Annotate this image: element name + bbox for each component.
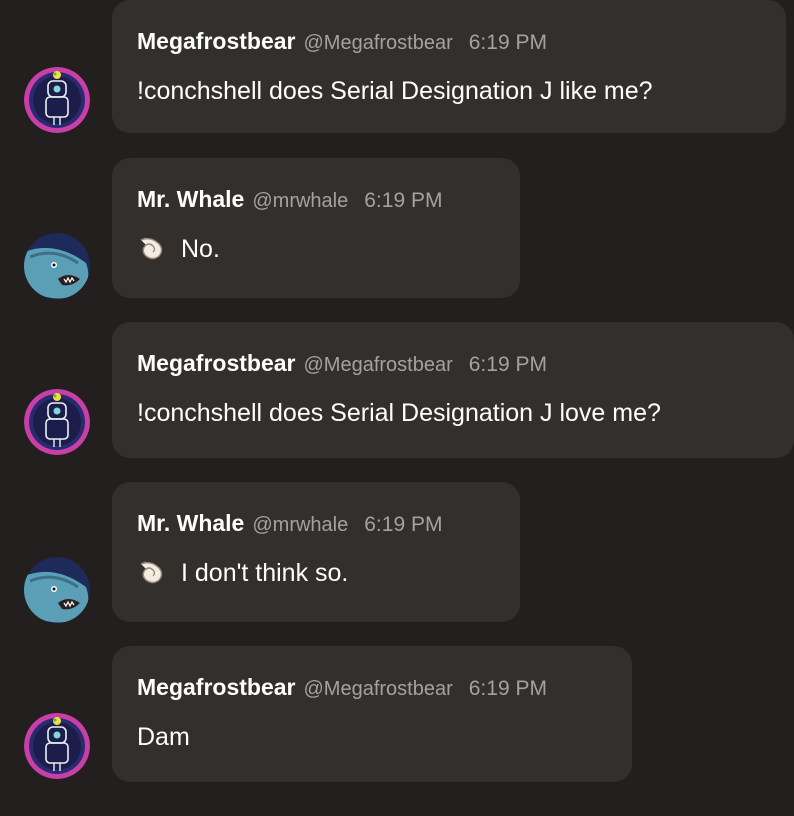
author-handle: @Megafrostbear [303, 32, 453, 54]
message-header: Megafrostbear @Megafrostbear 6:19 PM [137, 26, 547, 60]
author-handle: @Megafrostbear [303, 354, 453, 376]
author-name[interactable]: Mr. Whale [137, 186, 244, 212]
message-bubble: Mr. Whale @mrwhale 6:19 PM I don't think s… [112, 482, 520, 622]
mr-whale-avatar[interactable] [24, 557, 90, 623]
author-name[interactable]: Megafrostbear [137, 28, 295, 54]
megafrostbear-avatar[interactable] [24, 389, 90, 455]
message-text: !conchshell does Serial Designation J li… [137, 77, 653, 105]
message-text: No. [181, 235, 220, 263]
message-bubble: Mr. Whale @mrwhale 6:19 PM No. [112, 158, 520, 298]
author-handle: @mrwhale [252, 190, 349, 212]
message-header: Mr. Whale @mrwhale 6:19 PM [137, 508, 442, 542]
message-timestamp: 6:19 PM [364, 189, 443, 212]
chat-message: Megafrostbear @Megafrostbear 6:19 PM Dam [0, 646, 794, 786]
author-handle: @Megafrostbear [303, 678, 453, 700]
megafrostbear-avatar[interactable] [24, 67, 90, 133]
author-name[interactable]: Megafrostbear [137, 350, 295, 376]
chat-message: Mr. Whale @mrwhale 6:19 PM No. [0, 158, 794, 299]
spiral-shell-icon [137, 234, 165, 262]
chat-message: Megafrostbear @Megafrostbear 6:19 PM !conc… [0, 322, 794, 462]
message-header: Mr. Whale @mrwhale 6:19 PM [137, 184, 442, 218]
message-text: Dam [137, 723, 190, 751]
chat-message: Mr. Whale @mrwhale 6:19 PM I don't think s… [0, 482, 794, 623]
message-text: I don't think so. [181, 559, 349, 587]
message-body: I don't think so. [137, 556, 348, 590]
megafrostbear-avatar[interactable] [24, 713, 90, 779]
message-bubble: Megafrostbear @Megafrostbear 6:19 PM Dam [112, 646, 632, 782]
message-timestamp: 6:19 PM [468, 677, 547, 700]
message-body: No. [137, 232, 220, 266]
spiral-shell-icon [137, 558, 165, 586]
message-timestamp: 6:19 PM [468, 353, 547, 376]
message-bubble: Megafrostbear @Megafrostbear 6:19 PM !conc… [112, 322, 794, 458]
chat-message: Megafrostbear @Megafrostbear 6:19 PM !conc… [0, 0, 794, 140]
author-name[interactable]: Megafrostbear [137, 674, 295, 700]
message-header: Megafrostbear @Megafrostbear 6:19 PM [137, 672, 547, 706]
message-timestamp: 6:19 PM [364, 513, 443, 536]
author-name[interactable]: Mr. Whale [137, 510, 244, 536]
message-text: !conchshell does Serial Designation J lo… [137, 399, 661, 427]
message-timestamp: 6:19 PM [468, 31, 547, 54]
author-handle: @mrwhale [252, 514, 349, 536]
message-bubble: Megafrostbear @Megafrostbear 6:19 PM !conc… [112, 0, 786, 133]
mr-whale-avatar[interactable] [24, 233, 90, 299]
message-header: Megafrostbear @Megafrostbear 6:19 PM [137, 348, 547, 382]
